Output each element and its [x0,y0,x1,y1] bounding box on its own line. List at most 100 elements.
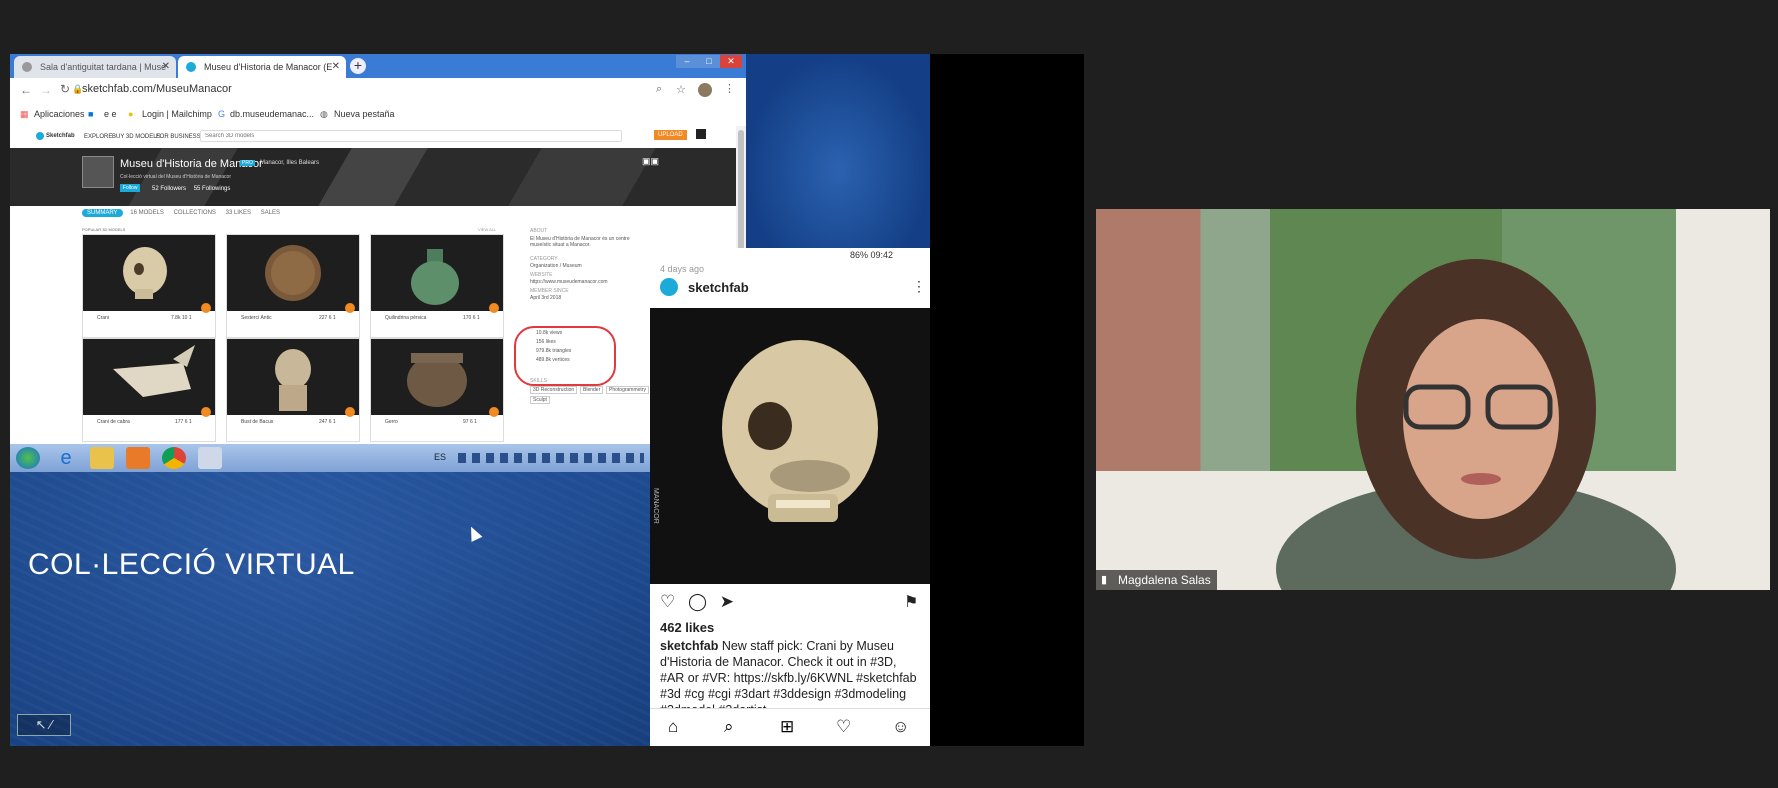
member-since-label: MEMBER SINCE [530,288,569,294]
search-icon[interactable]: ⌕ [724,717,734,737]
view-all-link[interactable]: VIEW ALL [478,227,496,232]
search-input[interactable] [200,130,622,142]
model-title[interactable]: Crani de cabra [97,419,130,425]
profile-subtitle: Col·lecció virtual del Museu d'Història … [120,174,232,180]
followers-count[interactable]: 52 Followers [152,186,186,192]
post-image[interactable]: MANACOR [650,308,930,584]
minimize-button[interactable]: – [676,55,698,68]
model-badge-icon [345,303,355,313]
pen-tool-icon[interactable]: ↖ ⁄ [17,714,71,736]
activity-heart-icon[interactable]: ♡ [836,717,851,737]
skill-tag[interactable]: Blender [580,386,604,394]
account-name[interactable]: sketchfab [688,280,749,295]
skill-tag[interactable]: Sculpt [530,396,550,404]
new-tab-button[interactable]: + [350,58,366,74]
tab-likes[interactable]: 33 LIKES [226,210,251,216]
avatar[interactable] [698,83,712,97]
model-title[interactable]: Quilindrina pèrsica [385,315,426,321]
model-title[interactable]: Sestercí Antic [241,315,272,321]
model-stats: 227 6 1 [319,315,336,321]
forward-arrow-icon[interactable]: → [40,83,52,97]
tab-summary[interactable]: SUMMARY [82,209,123,217]
comment-icon[interactable]: ◯ [688,592,707,611]
model-thumbnail[interactable] [83,235,215,311]
zoom-icon[interactable]: ⌕ [656,83,662,96]
profile-avatar [82,156,114,188]
nav-buy-models[interactable]: BUY 3D MODELS [112,134,161,140]
model-card[interactable]: Gerro 97 6 1 [370,338,504,442]
likes-count[interactable]: 462 likes [660,620,714,635]
heart-icon[interactable]: ♡ [660,592,675,611]
close-icon[interactable]: ✕ [332,56,340,78]
bookmark-db-museu[interactable]: db.museudemanac... [230,109,314,119]
model-thumbnail[interactable] [371,339,503,415]
participant-video[interactable]: ▮ Magdalena Salas [1096,209,1770,590]
sketchfab-logo[interactable]: Sketchfab [46,133,75,139]
model-badge-icon [201,303,211,313]
sketchfab-avatar-icon[interactable] [660,278,678,296]
popular-models-heading: POPULAR 3D MODELS [82,227,126,232]
social-icons[interactable]: ▣▣ [642,156,659,167]
nav-business[interactable]: FOR BUSINESS [156,134,201,140]
caption-user[interactable]: sketchfab [660,639,718,653]
scrollbar-thumb[interactable] [738,130,744,260]
follow-button[interactable]: Follow [120,184,141,192]
model-thumbnail[interactable] [371,235,503,311]
model-stats: 7.8k 10 1 [171,315,192,321]
skill-tag[interactable]: 3D Reconstruction [530,386,578,394]
bookmark-ee[interactable]: e e [104,109,117,119]
profile-icon[interactable]: ☺ [892,717,909,737]
followings-count[interactable]: 55 Followings [194,186,231,192]
model-card[interactable]: Crani 7.8k 10 1 [82,234,216,338]
reload-icon[interactable]: ↻ [60,82,70,96]
start-button[interactable] [16,447,40,469]
folder-icon[interactable] [90,447,114,469]
tab-bar: Sala d'antiguitat tardana | Muse ✕ Museu… [10,54,746,78]
windows-taskbar: e ES [10,444,650,472]
mailchimp-icon: ● [128,109,134,119]
menu-icon[interactable]: ⋮ [724,82,735,95]
bookmark-aplicaciones[interactable]: Aplicaciones [34,109,85,119]
system-tray-icons[interactable] [458,453,644,463]
maximize-button[interactable]: □ [698,55,720,68]
category-value[interactable]: Organization / Museum [530,263,582,269]
model-card[interactable]: Sestercí Antic 227 6 1 [226,234,360,338]
nav-explore[interactable]: EXPLORE [84,134,112,140]
star-icon[interactable]: ☆ [676,83,686,96]
model-thumbnail[interactable] [227,339,359,415]
tab-sala-antiguitat[interactable]: Sala d'antiguitat tardana | Muse ✕ [14,56,176,78]
back-arrow-icon[interactable]: ← [20,83,32,97]
add-post-icon[interactable]: ⊞ [780,717,794,737]
website-link[interactable]: https://www.museudemanacor.com [530,279,608,285]
upload-button[interactable]: UPLOAD [654,130,687,140]
model-thumbnail[interactable] [83,339,215,415]
user-menu-icon[interactable] [696,129,706,139]
bookmark-mailchimp[interactable]: Login | Mailchimp [142,109,212,119]
skill-tag[interactable]: Photogrammetry [606,386,649,394]
close-window-button[interactable]: ✕ [720,55,742,68]
model-card[interactable]: Quilindrina pèrsica 170 6 1 [370,234,504,338]
internet-explorer-icon[interactable]: e [54,447,78,469]
bookmark-icon[interactable]: ⚑ [904,592,918,612]
more-options-icon[interactable]: ⋮ [912,278,926,295]
tab-sales[interactable]: SALES [261,210,280,216]
tab-museu-historia[interactable]: Museu d'Historia de Manacor (E ✕ [178,56,346,78]
tab-collections[interactable]: COLLECTIONS [174,210,216,216]
language-indicator[interactable]: ES [434,452,446,462]
url-input[interactable]: sketchfab.com/MuseuManacor [82,83,232,95]
app-icon[interactable] [198,447,222,469]
model-card[interactable]: Crani de cabra 177 6 1 [82,338,216,442]
model-title[interactable]: Crani [97,315,109,321]
tab-models[interactable]: 16 MODELS [130,210,164,216]
close-icon[interactable]: ✕ [162,56,170,78]
bookmark-nueva-pestana[interactable]: Nueva pestaña [334,109,395,119]
model-title[interactable]: Bust de Bacus [241,419,273,425]
chrome-icon[interactable] [162,447,186,469]
model-card[interactable]: Bust de Bacus 247 6 1 [226,338,360,442]
share-icon[interactable]: ➤ [720,592,734,611]
model-title[interactable]: Gerro [385,419,398,425]
battery-time: 86% 09:42 [850,250,894,260]
home-icon[interactable]: ⌂ [668,717,678,737]
media-player-icon[interactable] [126,447,150,469]
model-thumbnail[interactable] [227,235,359,311]
